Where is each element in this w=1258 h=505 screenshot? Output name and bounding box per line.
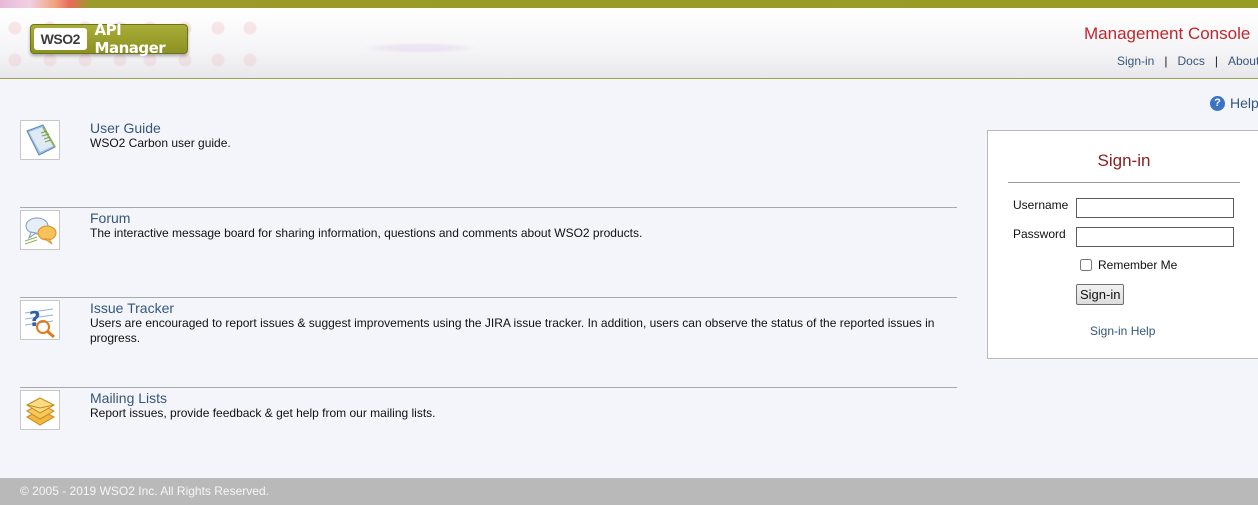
resource-title[interactable]: Mailing Lists [90,390,167,406]
resource-description: The interactive message board for sharin… [90,226,643,240]
svg-text:?: ? [29,307,41,331]
remember-me-label: Remember Me [1098,258,1178,272]
header-link-signin[interactable]: Sign-in [1117,54,1154,68]
issue-tracker-icon: ? [20,300,60,340]
resource-title[interactable]: Forum [90,210,130,226]
help-label: Help [1230,95,1258,111]
resource-title[interactable]: User Guide [90,120,161,136]
page-header: WSO2 API Manager Management Console Sign… [0,8,1258,79]
link-separator: | [1164,54,1168,68]
resource-item-issue-tracker: ? Issue Tracker Users are encouraged to … [20,298,957,388]
resource-item-forum: Forum The interactive message board for … [20,208,957,298]
user-guide-icon [20,120,60,160]
console-title: Management Console [1084,24,1251,43]
resource-item-user-guide: User Guide WSO2 Carbon user guide. [20,118,957,208]
mailing-lists-icon [20,390,60,430]
signin-help-link[interactable]: Sign-in Help [1090,324,1155,338]
help-icon: ? [1210,95,1225,111]
top-color-strip [0,0,1258,8]
page-footer: © 2005 - 2019 WSO2 Inc. All Rights Reser… [0,478,1258,505]
header-link-docs[interactable]: Docs [1177,54,1204,68]
remember-me[interactable]: Remember Me [1080,258,1177,272]
logo-product-text: API Manager [94,21,166,57]
resource-description: Report issues, provide feedback & get he… [90,406,436,420]
resource-description: WSO2 Carbon user guide. [90,136,231,150]
password-input[interactable] [1076,227,1234,247]
resource-description: Users are encouraged to report issues & … [90,316,935,345]
remember-me-checkbox[interactable] [1080,259,1092,271]
forum-icon [20,210,60,250]
username-label: Username [1013,198,1069,212]
help-link[interactable]: ? Help [1210,95,1258,111]
header-link-about[interactable]: About [1228,54,1258,68]
header-links: Sign-in | Docs | About [1117,54,1258,68]
signin-button[interactable]: Sign-in [1076,284,1125,305]
resource-title[interactable]: Issue Tracker [90,300,174,316]
resource-item-mailing-lists: Mailing Lists Report issues, provide fee… [20,388,957,478]
wso2-logo-mark: WSO2 [34,28,87,50]
resource-list: User Guide WSO2 Carbon user guide. Forum… [20,118,957,478]
signin-title: Sign-in [1097,151,1151,170]
link-separator: | [1214,54,1218,68]
signin-divider [1008,182,1240,183]
footer-copyright: © 2005 - 2019 WSO2 Inc. All Rights Reser… [20,484,269,498]
password-label: Password [1013,227,1066,241]
product-logo[interactable]: WSO2 API Manager [30,21,188,57]
logo-brand-text: WSO2 [40,31,81,47]
username-input[interactable] [1076,198,1234,218]
signin-panel: Sign-in Username Password Remember Me Si… [987,130,1258,359]
